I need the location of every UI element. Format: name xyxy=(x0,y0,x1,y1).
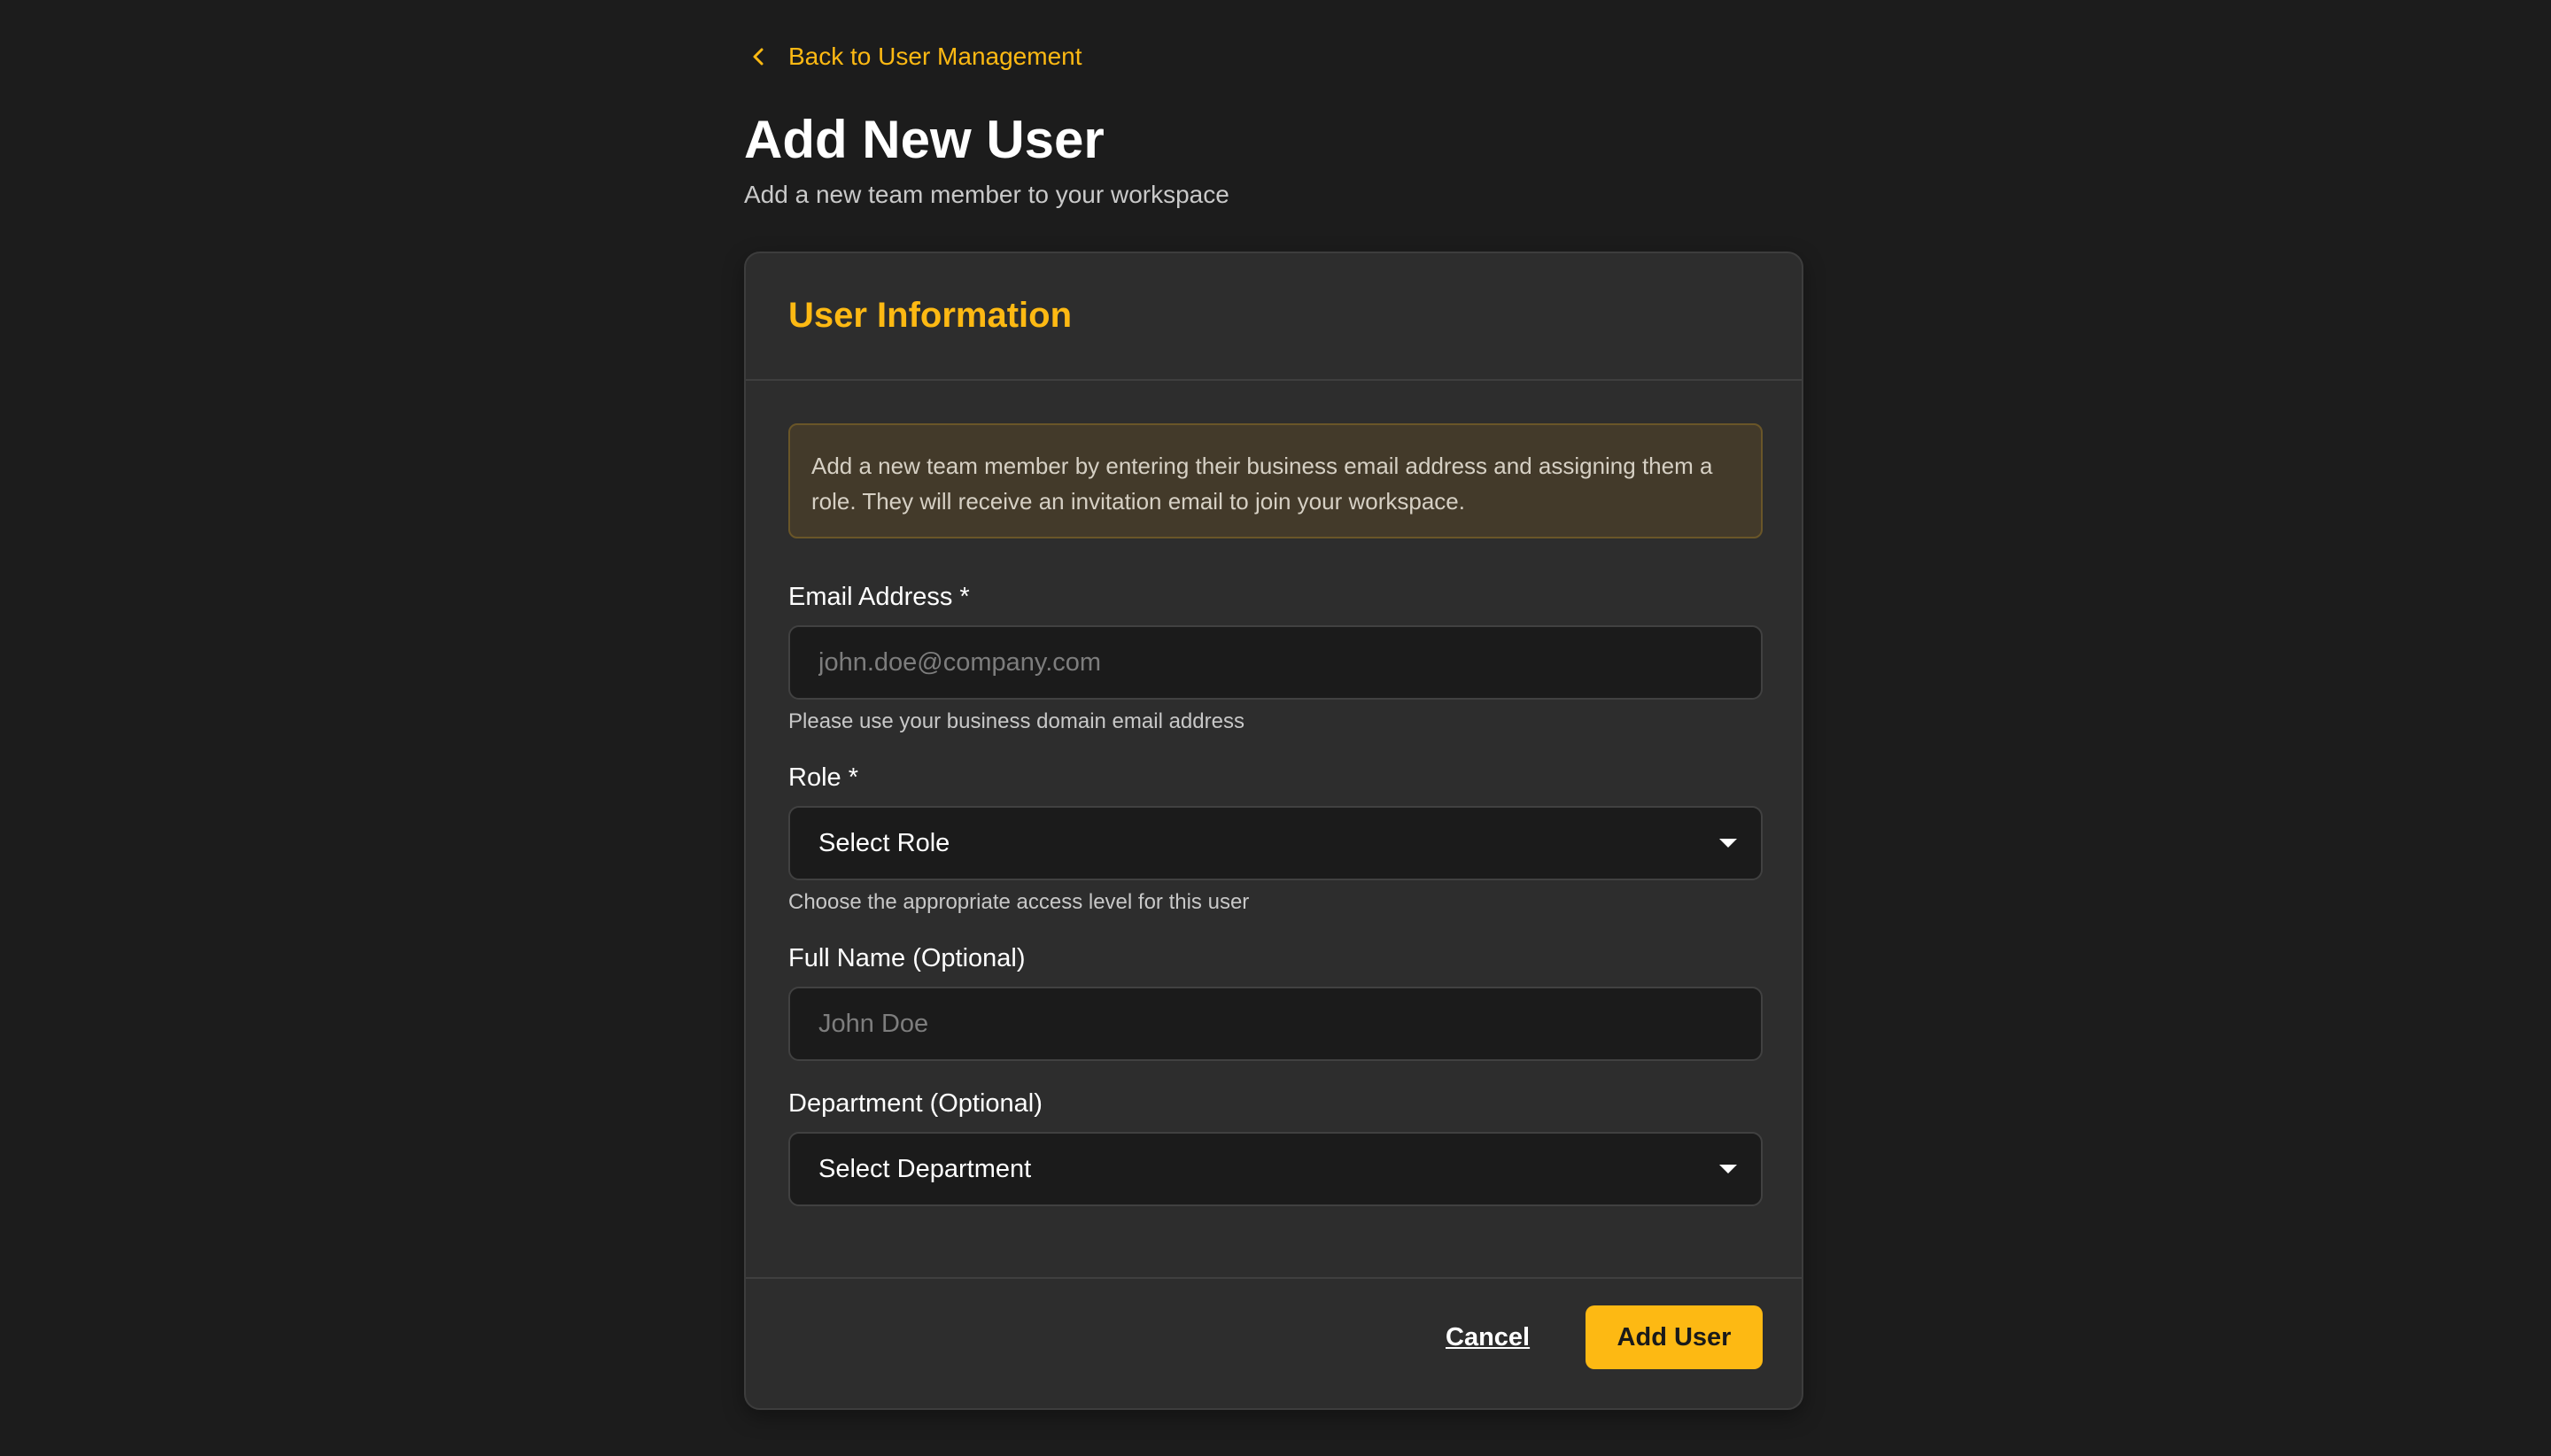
full-name-field-wrapper xyxy=(788,987,1763,1061)
role-label: Role * xyxy=(788,763,858,792)
cancel-button[interactable]: Cancel xyxy=(1433,1305,1542,1369)
back-to-user-management-link[interactable]: Back to User Management xyxy=(744,41,1082,73)
department-select[interactable]: Select Department xyxy=(788,1132,1763,1206)
caret-down-icon xyxy=(1718,1164,1738,1174)
email-field-wrapper xyxy=(788,625,1763,700)
info-message: Add a new team member by entering their … xyxy=(788,423,1763,538)
department-select-value: Select Department xyxy=(818,1154,1032,1183)
card-title: User Information xyxy=(788,296,1073,335)
role-select-value: Select Role xyxy=(818,828,950,857)
back-link-label: Back to User Management xyxy=(788,43,1082,70)
add-user-button[interactable]: Add User xyxy=(1586,1305,1763,1369)
chevron-left-icon xyxy=(744,43,772,71)
email-label: Email Address * xyxy=(788,583,970,611)
page-title: Add New User xyxy=(744,110,1105,169)
full-name-field[interactable] xyxy=(790,988,1761,1059)
role-helper-text: Choose the appropriate access level for … xyxy=(788,890,1250,914)
user-information-card: User Information Add a new team member b… xyxy=(744,252,1803,1410)
email-field[interactable] xyxy=(790,627,1761,698)
role-select[interactable]: Select Role xyxy=(788,806,1763,880)
email-helper-text: Please use your business domain email ad… xyxy=(788,709,1244,733)
card-footer: Cancel Add User xyxy=(746,1277,1802,1410)
card-header: User Information xyxy=(746,253,1802,381)
caret-down-icon xyxy=(1718,838,1738,848)
department-label: Department (Optional) xyxy=(788,1089,1043,1118)
page-subtitle: Add a new team member to your workspace xyxy=(744,181,1229,208)
full-name-label: Full Name (Optional) xyxy=(788,944,1026,972)
